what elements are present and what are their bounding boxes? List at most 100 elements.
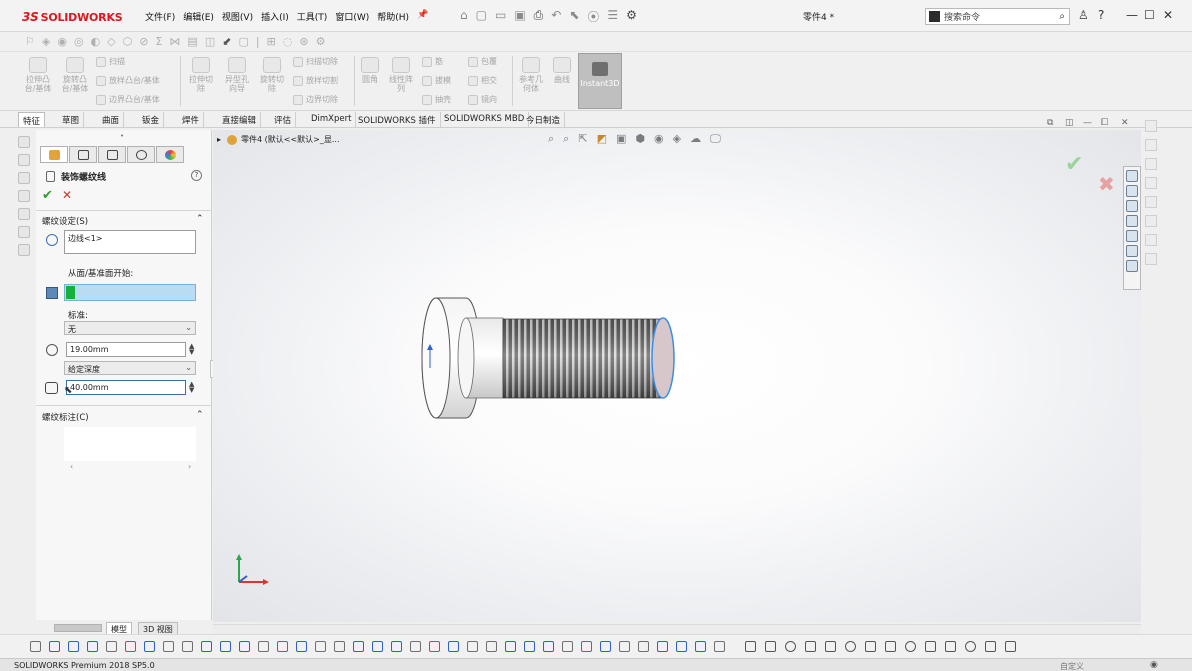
zoom-to-fit-icon[interactable]: ⌕ xyxy=(548,132,554,146)
search-commands[interactable]: 搜索命令 ⌕ xyxy=(925,8,1070,25)
sketch-tool-icon[interactable] xyxy=(296,641,307,652)
sketch-tool-icon[interactable] xyxy=(163,641,174,652)
sketch-tool-icon[interactable] xyxy=(68,641,79,652)
boundary-boss-button[interactable]: 边界凸台/基体 xyxy=(96,94,160,105)
extrude-boss-button[interactable]: 拉伸凸 台/基体 xyxy=(20,57,56,93)
tab-direct-editing[interactable]: 直接编辑 xyxy=(218,112,262,127)
side-tool-icon-7[interactable] xyxy=(18,244,30,256)
sketch-tool-icon[interactable] xyxy=(619,641,630,652)
sketch-tool-icon[interactable] xyxy=(201,641,212,652)
sketch-tool-icon[interactable] xyxy=(258,641,269,652)
tool-icon-1[interactable]: ⚐ xyxy=(25,35,35,48)
sketch-tool-icon[interactable] xyxy=(125,641,136,652)
solidworks-resources-icon[interactable] xyxy=(1126,170,1138,182)
sketch-entity-icon[interactable] xyxy=(925,641,936,652)
loft-cut-button[interactable]: 放样切割 xyxy=(293,75,338,86)
hide-show-icon[interactable]: ◉ xyxy=(654,132,664,146)
restore-view-icon[interactable]: ⧉ xyxy=(1047,118,1053,128)
tile-view-icon[interactable]: ◫ xyxy=(1065,118,1074,128)
tool-icon-17[interactable]: ◌ xyxy=(283,35,293,48)
right-tool-icon-6[interactable] xyxy=(1145,215,1157,227)
tab-property-manager[interactable] xyxy=(69,146,97,163)
forum-icon[interactable] xyxy=(1126,260,1138,272)
horizontal-scrollbar[interactable] xyxy=(213,624,1141,634)
side-tool-icon-3[interactable] xyxy=(18,172,30,184)
tab-weldments[interactable]: 焊件 xyxy=(178,112,205,127)
view-palette-icon[interactable] xyxy=(1126,215,1138,227)
side-tool-icon-4[interactable] xyxy=(18,190,30,202)
collapse-caret-icon[interactable]: ⌃ xyxy=(196,214,204,224)
splitter-dot[interactable]: • xyxy=(120,132,124,140)
tool-icon-7[interactable]: ⬡ xyxy=(123,35,133,48)
tab-sketch[interactable]: 草图 xyxy=(58,112,85,127)
right-tool-icon-1[interactable] xyxy=(1145,120,1157,132)
extrude-cut-button[interactable]: 拉伸切 除 xyxy=(184,57,218,93)
tool-icon-18[interactable]: ⊛ xyxy=(299,35,308,48)
edge-selection-box[interactable]: 边线<1> xyxy=(64,230,196,254)
intersect-button[interactable]: 相交 xyxy=(468,75,497,86)
sketch-tool-icon[interactable] xyxy=(581,641,592,652)
save-icon[interactable]: ▣ xyxy=(514,8,525,25)
sketch-entity-icon[interactable] xyxy=(1005,641,1016,652)
tool-icon-8[interactable]: ⊘ xyxy=(139,35,148,48)
shell-button[interactable]: 抽壳 xyxy=(422,94,451,105)
menu-help[interactable]: 帮助(H) xyxy=(377,10,409,23)
tool-icon-19[interactable]: ⚙ xyxy=(316,35,326,48)
close-icon[interactable]: ✕ xyxy=(1163,8,1173,22)
sketch-tool-icon[interactable] xyxy=(220,641,231,652)
thread-callout-header[interactable]: 螺纹标注(C) xyxy=(42,411,89,423)
diameter-input[interactable]: 19.00mm xyxy=(66,342,186,357)
sketch-tool-icon[interactable] xyxy=(144,641,155,652)
section-view-icon[interactable]: ◩ xyxy=(597,132,607,146)
sweep-button[interactable]: 扫描 xyxy=(96,56,125,67)
tool-icon-4[interactable]: ◎ xyxy=(74,35,84,48)
design-library-icon[interactable] xyxy=(1126,185,1138,197)
right-tool-icon-5[interactable] xyxy=(1145,196,1157,208)
tab-solidworks-mbd[interactable]: SOLIDWORKS MBD xyxy=(440,112,530,127)
solidworks-logo[interactable]: 3S SOLIDWORKS xyxy=(22,6,126,28)
sketch-tool-icon[interactable] xyxy=(638,641,649,652)
sketch-tool-icon[interactable] xyxy=(467,641,478,652)
search-icon[interactable]: ⌕ xyxy=(1059,11,1065,22)
sketch-tool-icon[interactable] xyxy=(429,641,440,652)
fillet-button[interactable]: 圆角 xyxy=(358,57,382,84)
thread-callout-box[interactable] xyxy=(64,427,196,461)
sketch-entity-icon[interactable] xyxy=(745,641,756,652)
tool-icon-12[interactable]: ◫ xyxy=(205,35,215,48)
draft-button[interactable]: 拔模 xyxy=(422,75,451,86)
display-style-icon[interactable]: ⬢ xyxy=(635,132,645,146)
thread-settings-header[interactable]: 螺纹设定(S) xyxy=(42,215,88,227)
standard-dropdown[interactable]: 无 ⌄ xyxy=(64,321,196,335)
collapse-caret-icon[interactable]: ⌃ xyxy=(196,410,204,420)
tab-dimxpert-manager[interactable] xyxy=(127,146,155,163)
open-folder-icon[interactable]: ▭ xyxy=(495,8,506,25)
revolve-boss-button[interactable]: 旋转凸 台/基体 xyxy=(58,57,92,93)
sketch-tool-icon[interactable] xyxy=(486,641,497,652)
menu-view[interactable]: 视图(V) xyxy=(222,10,253,23)
sketch-tool-icon[interactable] xyxy=(505,641,516,652)
right-tool-icon-8[interactable] xyxy=(1145,253,1157,265)
status-settings-icon[interactable]: ◉ xyxy=(1150,660,1158,670)
tab-make-today[interactable]: 今日制造 xyxy=(522,112,566,127)
tool-icon-13[interactable]: ⬋ xyxy=(222,35,231,48)
sketch-entity-icon[interactable] xyxy=(805,641,816,652)
maximize-icon[interactable]: ☐ xyxy=(1144,8,1155,22)
right-tool-icon-2[interactable] xyxy=(1145,139,1157,151)
tool-icon-3[interactable]: ◉ xyxy=(57,35,67,48)
curves-button[interactable]: 曲线 xyxy=(550,57,574,84)
right-tool-icon-4[interactable] xyxy=(1145,177,1157,189)
rebuild-icon[interactable]: ⦿ xyxy=(587,8,599,25)
scroll-right-icon[interactable]: › xyxy=(188,462,191,471)
viewport-maximize-icon[interactable]: ⧠ xyxy=(1101,118,1108,128)
right-tool-icon-3[interactable] xyxy=(1145,158,1157,170)
sketch-entity-icon[interactable] xyxy=(985,641,996,652)
sketch-tool-icon[interactable] xyxy=(49,641,60,652)
tab-dimxpert[interactable]: DimXpert xyxy=(307,112,357,127)
sketch-tool-icon[interactable] xyxy=(695,641,706,652)
side-tool-icon-5[interactable] xyxy=(18,208,30,220)
viewport-close-icon[interactable]: ✕ xyxy=(1121,118,1129,128)
previous-view-icon[interactable]: ⇱ xyxy=(578,132,587,146)
bolt-model[interactable] xyxy=(408,290,688,430)
tool-icon-11[interactable]: ▤ xyxy=(187,35,197,48)
menu-window[interactable]: 窗口(W) xyxy=(335,10,369,23)
